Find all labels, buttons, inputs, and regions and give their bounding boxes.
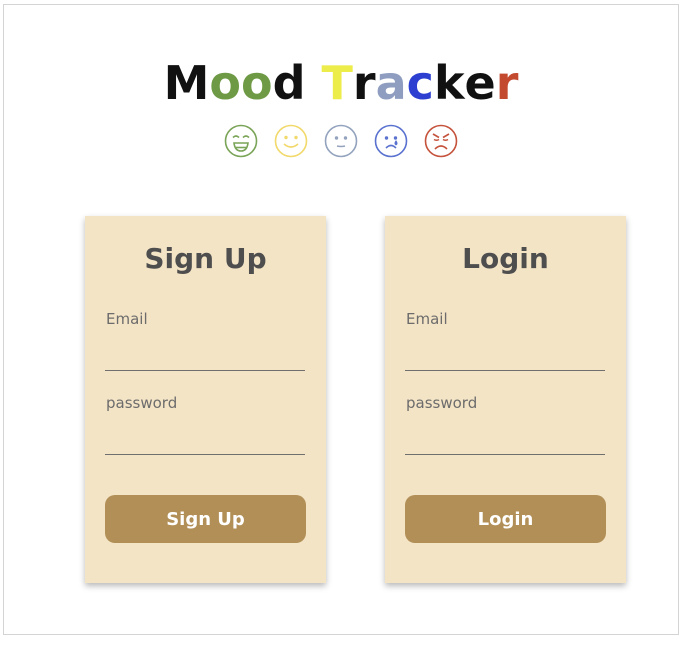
signup-password-label: password: [106, 394, 178, 412]
login-card: Login Email password Login: [385, 216, 626, 583]
grinning-face-icon: [224, 124, 258, 158]
title-letter: a: [375, 56, 407, 110]
title-letter: k: [433, 56, 465, 110]
app-frame: Mood Tracker Sign Up Email password Sign…: [3, 4, 679, 635]
angry-face-icon: [424, 124, 458, 158]
signup-button[interactable]: Sign Up: [105, 495, 306, 543]
signup-heading: Sign Up: [144, 242, 267, 275]
title-letter: r: [495, 56, 519, 110]
title-letter: c: [406, 56, 434, 110]
title-letter: r: [352, 56, 376, 110]
login-password-label: password: [406, 394, 478, 412]
smiling-face-icon: [274, 124, 308, 158]
title-letter: M: [163, 56, 210, 110]
login-email-label: Email: [406, 310, 448, 328]
title-letter: o: [209, 56, 241, 110]
title-letter: [306, 55, 322, 111]
title-letter: T: [321, 56, 353, 110]
signup-email-field[interactable]: [105, 344, 305, 371]
title-letter: e: [464, 56, 496, 110]
mood-icons-row: [4, 123, 678, 159]
title-letter: d: [272, 56, 306, 110]
login-button[interactable]: Login: [405, 495, 606, 543]
neutral-face-icon: [324, 124, 358, 158]
signup-card: Sign Up Email password Sign Up: [85, 216, 326, 583]
login-heading: Login: [462, 242, 549, 275]
title-letter: o: [240, 56, 273, 110]
app-title: Mood Tracker: [4, 55, 678, 111]
sad-face-icon: [374, 124, 408, 158]
signup-email-label: Email: [106, 310, 148, 328]
login-email-field[interactable]: [405, 344, 605, 371]
login-password-field[interactable]: [405, 428, 605, 455]
signup-password-field[interactable]: [105, 428, 305, 455]
